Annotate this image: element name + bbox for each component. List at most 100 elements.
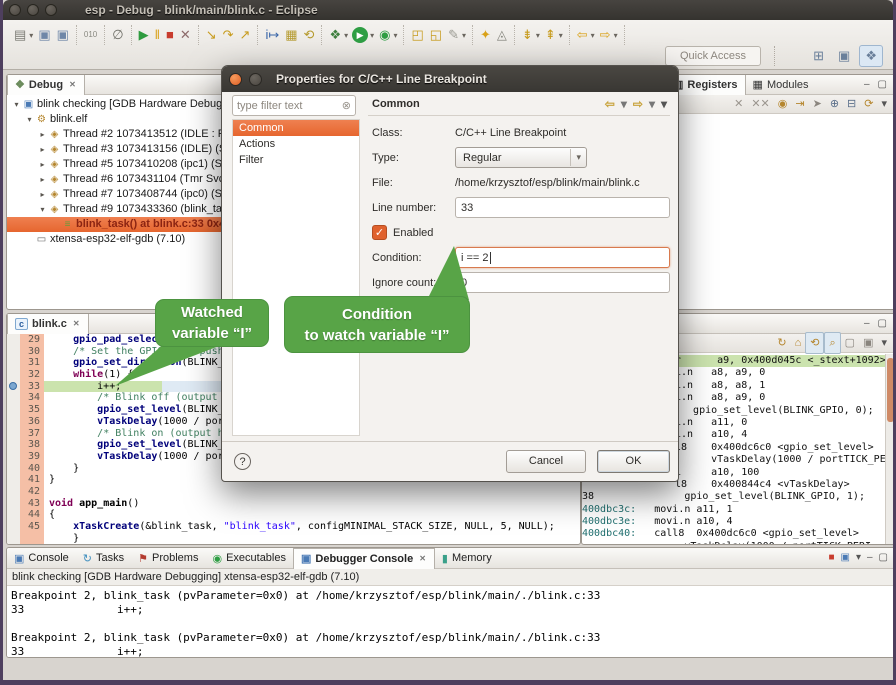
forward-icon-menu[interactable]: ▾ [614,31,620,40]
breakpoint-icon[interactable] [9,382,17,390]
next-annotation-icon-menu[interactable]: ▾ [559,31,565,40]
forward-menu-icon[interactable]: ▾ [646,94,658,114]
new-untitled-file-icon-menu[interactable]: ▾ [462,31,468,40]
condition-input[interactable]: i == 2 [455,247,670,268]
remove-selected-icon[interactable]: ✕ [730,94,747,114]
forward-icon[interactable]: ⇨ [630,94,646,114]
help-button[interactable]: ? [234,453,251,470]
memory-view-icon[interactable]: ▦ [282,25,300,45]
quick-access-box[interactable]: Quick Access [665,46,761,66]
tab-problems[interactable]: ⚑Problems [131,548,205,568]
view-menu-icon[interactable]: ▾ [658,94,670,114]
sync-pc-icon[interactable]: ⟲ [805,332,824,354]
add-register-group-icon[interactable]: ◉ [774,94,792,114]
scrollbar[interactable] [885,354,895,544]
debug-icon-menu[interactable]: ▾ [344,31,350,40]
flash-icon[interactable]: ✦ [477,25,494,45]
filter-input[interactable]: type filter text ⊗ [232,95,356,116]
clear-filter-icon[interactable]: ⊗ [342,99,351,112]
view-menu-icon[interactable]: ▾ [877,94,891,114]
close-icon[interactable]: ✕ [68,79,77,90]
external-tools-icon-menu[interactable]: ▾ [393,31,399,40]
enabled-checkbox[interactable]: ✓ [372,225,387,240]
pointer-mode-icon[interactable]: ➤ [809,94,826,114]
dialog-maximize-button[interactable] [249,73,262,86]
minimize-icon[interactable]: – [860,318,874,329]
layout-icon[interactable]: ⟳ [860,94,877,114]
type-dropdown[interactable]: Regular ▾ [455,147,587,168]
binary-file-icon[interactable]: 010 [81,25,100,45]
java-perspective-icon[interactable]: ▣ [833,46,855,66]
tab-tasks[interactable]: ↻Tasks [76,548,131,568]
debug-tree-item[interactable]: ▸◈Thread #3 1073413156 (IDLE) (Susp [7,142,224,157]
debug-icon[interactable]: ❖ [326,25,344,45]
tree-twistie-icon[interactable]: ▸ [37,127,48,142]
run-icon[interactable]: ▶ [352,27,368,43]
display-selected-console-icon[interactable]: ▣ [838,548,853,568]
tree-twistie-icon[interactable]: ▸ [37,142,48,157]
debug-tree-item[interactable]: ▸◈Thread #6 1073431104 (Tmr Svc) (S [7,172,224,187]
back-icon[interactable]: ⇦ [574,25,591,45]
dialog-close-button[interactable] [229,73,242,86]
view-menu-icon[interactable]: ▾ [877,333,891,353]
resume-icon[interactable]: ▶ [136,25,152,45]
line-number-input[interactable]: 33 [455,197,670,218]
debug-perspective-icon[interactable]: ❖ [859,45,883,67]
chevron-down-icon[interactable]: ▾ [570,149,586,166]
save-all-icon[interactable]: ▣ [54,25,72,45]
minimize-icon[interactable]: – [864,548,876,568]
tree-twistie-icon[interactable]: ▸ [37,187,48,202]
open-file-icon[interactable]: ◱ [427,25,445,45]
dialog-nav-common[interactable]: Common [233,120,359,136]
debug-tree-item[interactable]: ▾▣blink checking [GDB Hardware Debug [7,97,224,112]
maximize-icon[interactable]: ▢ [874,79,891,90]
tab-blink-c[interactable]: c blink.c ✕ [7,314,89,334]
new-wizard-icon[interactable]: ▤ [11,25,29,45]
tab-console[interactable]: ▣Console [7,548,76,568]
window-minimize-button[interactable] [27,4,39,16]
minimize-icon[interactable]: – [860,79,874,90]
tab-executables[interactable]: ◉Executables [205,548,293,568]
close-icon[interactable]: ✕ [418,553,427,564]
open-project-icon[interactable]: ◰ [408,25,426,45]
window-maximize-button[interactable] [45,4,57,16]
suspend-icon[interactable]: ‖ [152,25,163,45]
tree-twistie-icon[interactable]: ▾ [24,112,35,127]
maximize-icon[interactable]: ▢ [874,318,891,329]
debug-tree-item[interactable]: ≡blink_task() at blink.c:33 0x400db [7,217,224,232]
dialog-nav-actions[interactable]: Actions [233,136,359,152]
console-menu-icon[interactable]: ▾ [853,548,864,568]
next-annotation-icon[interactable]: ⇞ [542,25,559,45]
back-menu-icon[interactable]: ▾ [618,94,630,114]
console-output[interactable]: Breakpoint 2, blink_task (pvParameter=0x… [7,586,895,658]
debug-tree-item[interactable]: ▸◈Thread #7 1073408744 (ipc0) (Susp [7,187,224,202]
open-perspective-icon[interactable]: ⊞ [808,46,829,66]
new-untitled-file-icon[interactable]: ✎ [445,25,462,45]
maximize-icon[interactable]: ▢ [876,548,891,568]
step-into-icon[interactable]: ↘ [203,25,220,45]
show-source-icon[interactable]: ⌕ [824,332,840,354]
restore-defaults-icon[interactable]: ⇥ [791,94,808,114]
debug-tree-item[interactable]: ▾⚙blink.elf [7,112,224,127]
scrollbar-thumb[interactable] [887,358,894,422]
tree-twistie-icon[interactable]: ▸ [37,172,48,187]
step-return-icon[interactable]: ↗ [237,25,254,45]
back-icon[interactable]: ⇦ [602,94,618,114]
tree-twistie-icon[interactable]: ▾ [11,97,22,112]
tab-modules[interactable]: ▦Modules [746,75,816,95]
external-tools-icon[interactable]: ◉ [376,25,393,45]
dialog-nav-filter[interactable]: Filter [233,152,359,168]
collapse-all-icon[interactable]: ⊟ [843,94,860,114]
step-over-icon[interactable]: ↷ [220,25,237,45]
mark-occurrences-icon[interactable]: ◬ [494,25,510,45]
terminate-icon[interactable]: ■ [163,25,177,45]
tab-debugger-console[interactable]: ▣Debugger Console✕ [293,548,435,569]
debug-tree-item[interactable]: ▸◈Thread #2 1073413512 (IDLE : Runn [7,127,224,142]
terminate-console-icon[interactable]: ■ [825,548,837,568]
close-icon[interactable]: ✕ [72,318,81,329]
forward-icon[interactable]: ⇨ [597,25,614,45]
ok-button[interactable]: OK [597,450,670,473]
window-close-button[interactable] [9,4,21,16]
debug-tree-item[interactable]: ▸◈Thread #5 1073410208 (ipc1) (Susp [7,157,224,172]
skip-all-breakpoints-icon[interactable]: ∅ [109,25,126,45]
